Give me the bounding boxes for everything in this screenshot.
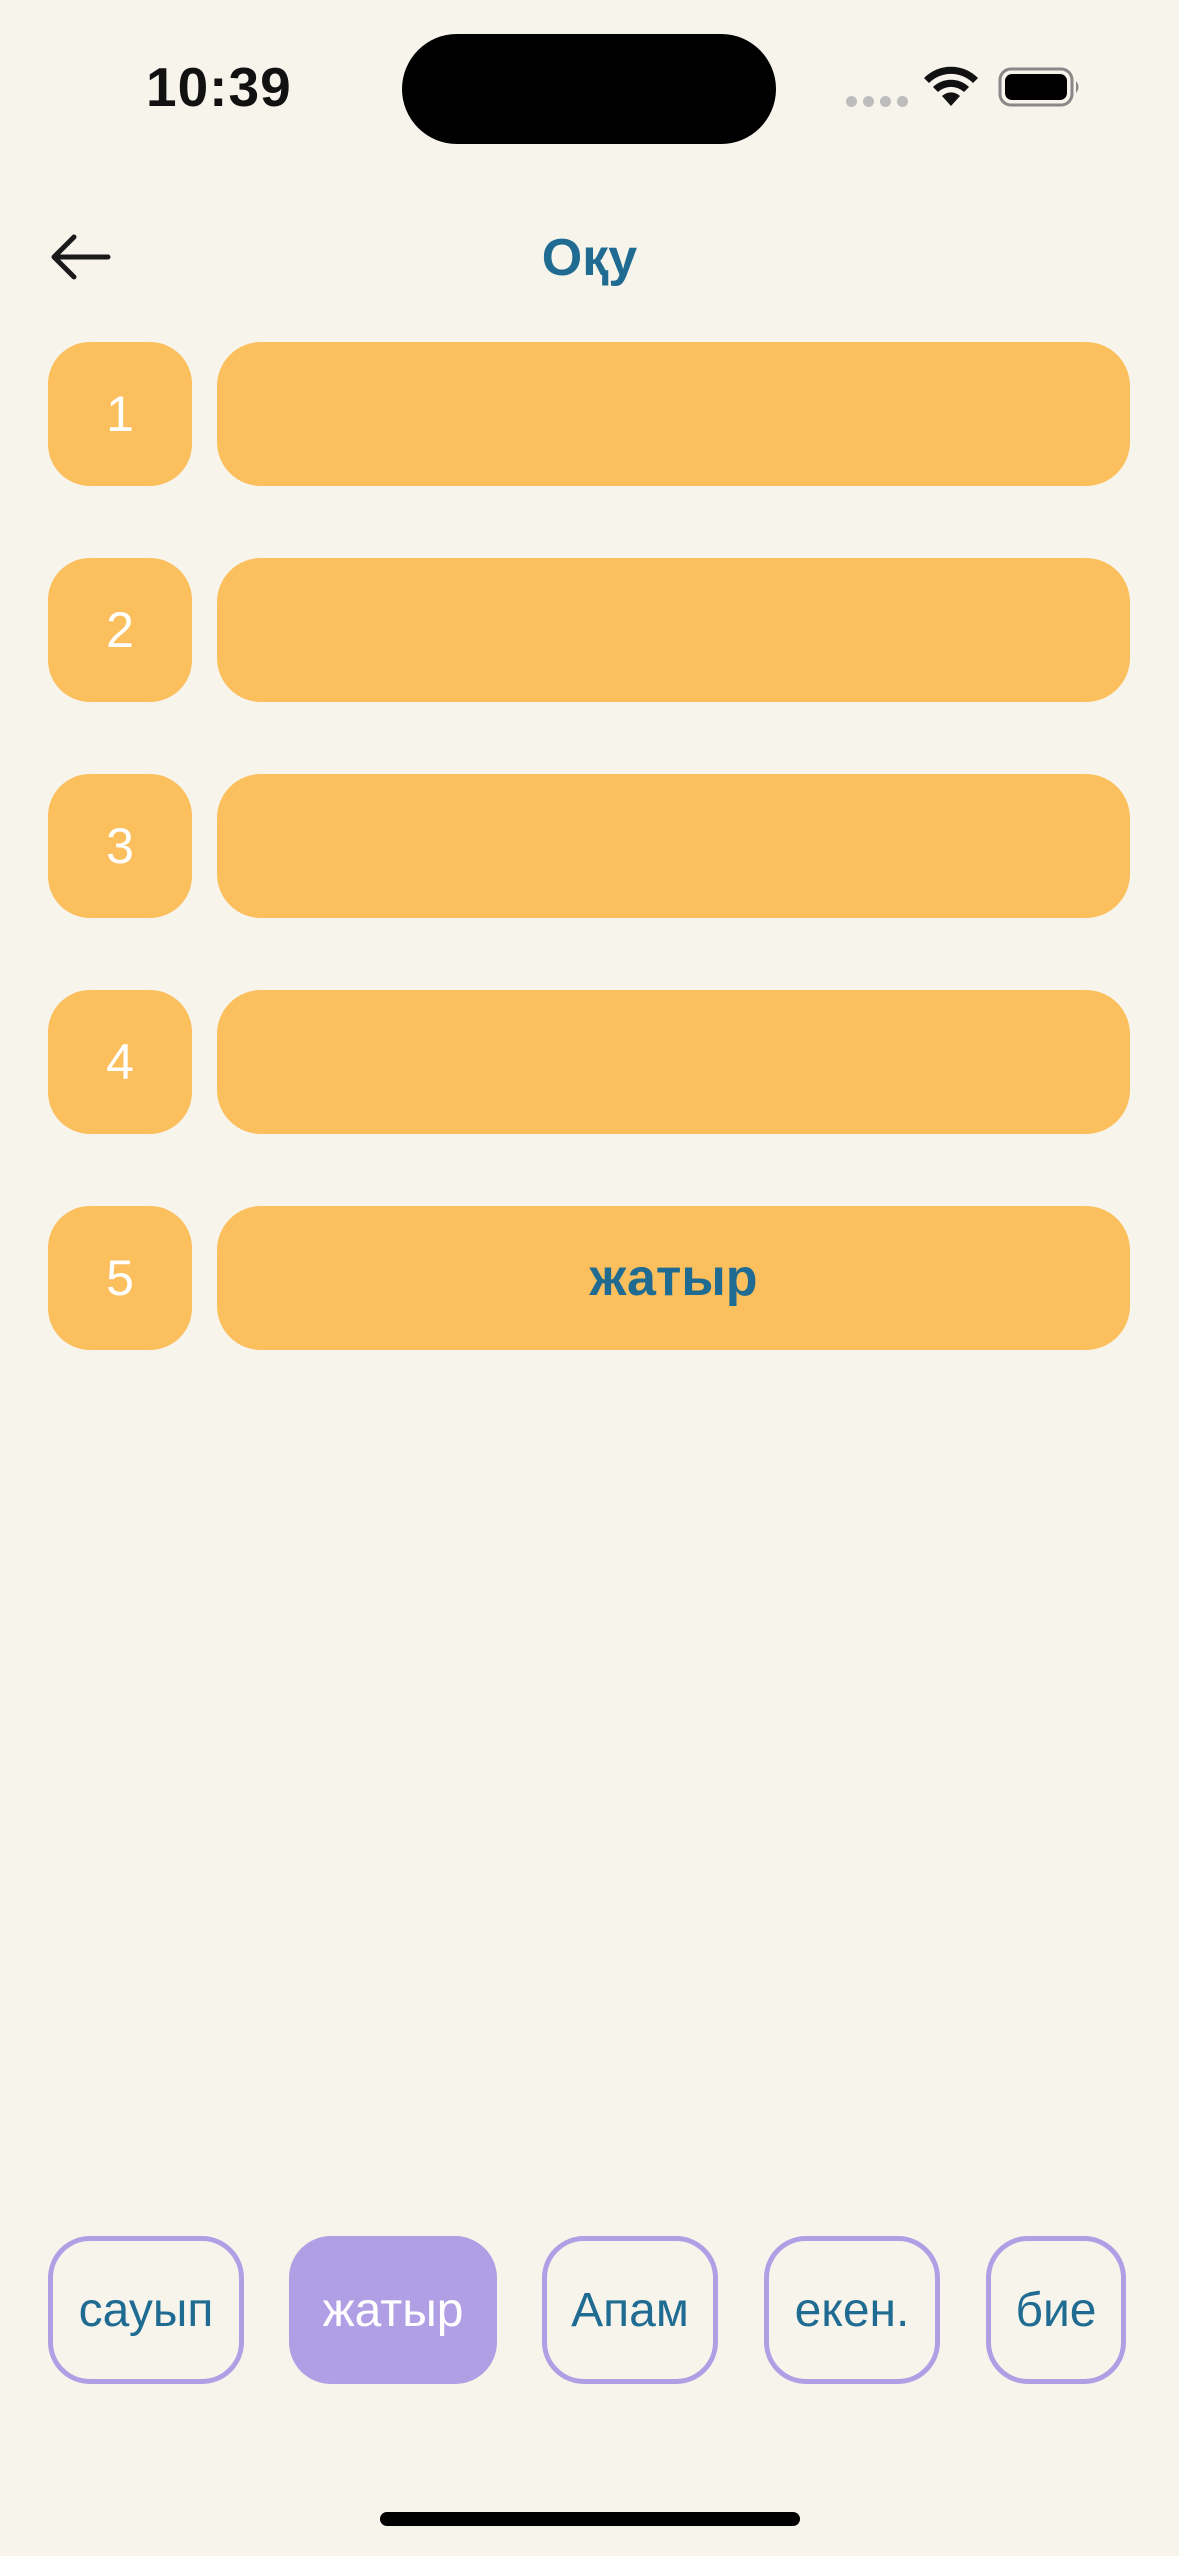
slot-number: 3	[48, 774, 192, 918]
slot-row: 4	[48, 990, 1130, 1134]
word-bank: сауып жатыр Апам екен. бие	[48, 2236, 1126, 2384]
home-indicator[interactable]	[380, 2512, 800, 2526]
screen: 10:39 Оқу 1 2 3 4 5 жатыр сауып жатыр Ап…	[0, 0, 1179, 2556]
slot-row: 3	[48, 774, 1130, 918]
slot-number: 4	[48, 990, 192, 1134]
slot-number: 5	[48, 1206, 192, 1350]
slot-drop-target[interactable]	[217, 774, 1130, 918]
dynamic-island	[402, 34, 776, 144]
slot-drop-target[interactable]: жатыр	[217, 1206, 1130, 1350]
slot-row: 5 жатыр	[48, 1206, 1130, 1350]
slot-drop-target[interactable]	[217, 558, 1130, 702]
slot-number: 1	[48, 342, 192, 486]
slot-row: 2	[48, 558, 1130, 702]
cellular-signal-icon	[846, 96, 908, 107]
sentence-slots: 1 2 3 4 5 жатыр	[48, 342, 1130, 1422]
battery-icon	[998, 67, 1079, 107]
page-title: Оқу	[541, 229, 638, 287]
word-chip[interactable]: екен.	[764, 2236, 940, 2384]
slot-drop-target[interactable]	[217, 342, 1130, 486]
slot-number: 2	[48, 558, 192, 702]
status-time: 10:39	[146, 56, 292, 118]
word-chip[interactable]: Апам	[542, 2236, 718, 2384]
word-chip[interactable]: сауып	[48, 2236, 244, 2384]
word-chip[interactable]: бие	[986, 2236, 1126, 2384]
slot-drop-target[interactable]	[217, 990, 1130, 1134]
word-chip-used[interactable]: жатыр	[289, 2236, 497, 2384]
slot-row: 1	[48, 342, 1130, 486]
wifi-icon	[924, 66, 978, 106]
